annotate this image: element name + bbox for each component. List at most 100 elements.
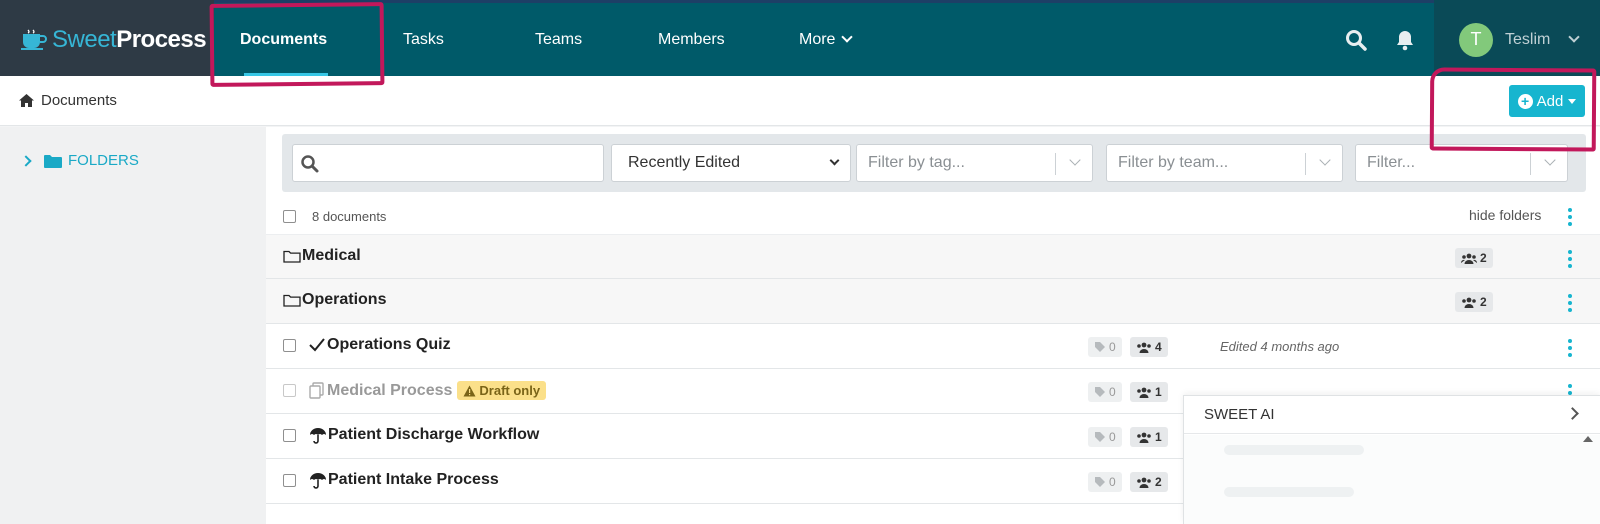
kebab-menu-icon[interactable]: [1568, 339, 1572, 357]
folder-name: Medical: [302, 247, 361, 264]
brand-name-sweet: Sweet: [52, 25, 117, 53]
draft-badge: Draft only: [457, 381, 547, 400]
folder-title: Medical: [283, 247, 361, 265]
divider: [1530, 153, 1531, 175]
chevron-down-icon: [1069, 154, 1081, 166]
folder-outline-icon: [283, 250, 301, 263]
document-name: Medical Process: [327, 381, 453, 399]
team-filter-placeholder: Filter by team...: [1118, 154, 1229, 171]
folders-sidebar: FOLDERS: [0, 127, 266, 524]
tag-count-badge: 0: [1088, 427, 1122, 447]
member-count-badge: 2: [1455, 248, 1493, 268]
folder-row[interactable]: Medical 2: [266, 234, 1600, 279]
users-icon: [1137, 342, 1151, 353]
row-checkbox[interactable]: [283, 384, 296, 397]
generic-filter-placeholder: Filter...: [1367, 154, 1416, 171]
chevron-right-icon[interactable]: [1566, 407, 1579, 420]
home-icon: [19, 94, 34, 107]
document-row[interactable]: Operations Quiz 0 4 Edited 4 months ago: [266, 324, 1600, 369]
folder-icon: [44, 154, 62, 168]
kebab-menu-icon[interactable]: [1568, 208, 1572, 226]
divider: [1055, 153, 1056, 175]
search-icon[interactable]: [1343, 27, 1369, 53]
document-title[interactable]: Operations Quiz: [309, 336, 451, 354]
coffee-cup-icon: [21, 29, 47, 50]
member-count-badge: 1: [1130, 382, 1168, 402]
breadcrumb[interactable]: Documents: [18, 92, 117, 109]
scroll-up-arrow-icon[interactable]: [1583, 436, 1593, 442]
chevron-down-icon: [1544, 154, 1556, 166]
sweet-ai-panel[interactable]: SWEET AI: [1183, 395, 1600, 524]
brand-name-process: Process: [116, 25, 207, 53]
sort-select-value: Recently Edited: [628, 154, 741, 171]
placeholder-line: [1224, 487, 1354, 497]
draft-badge-label: Draft only: [479, 383, 541, 398]
bell-icon[interactable]: [1392, 27, 1418, 53]
row-checkbox[interactable]: [283, 339, 296, 352]
placeholder-line: [1224, 445, 1364, 455]
edited-timestamp: Edited 4 months ago: [1220, 339, 1340, 354]
tag-count-badge: 0: [1088, 382, 1122, 402]
nav-members-label: Members: [658, 30, 725, 48]
tag-filter-placeholder: Filter by tag...: [868, 154, 965, 171]
chevron-right-icon: [20, 154, 32, 167]
document-title[interactable]: Medical Process Draft only: [309, 381, 547, 400]
tag-icon: [1095, 432, 1105, 442]
document-title[interactable]: Patient Intake Process: [309, 471, 499, 489]
breadcrumb-documents: Documents: [41, 92, 117, 109]
member-count-badge: 1: [1130, 427, 1168, 447]
select-all-checkbox[interactable]: [283, 210, 296, 223]
row-checkbox[interactable]: [283, 429, 296, 442]
nav-more-label: More: [799, 30, 836, 48]
sweet-ai-body: [1184, 435, 1600, 524]
kebab-menu-icon[interactable]: [1568, 294, 1572, 312]
nav-tasks-label: Tasks: [403, 30, 444, 48]
brand-logo[interactable]: Sweet Process: [0, 0, 214, 79]
row-checkbox[interactable]: [283, 474, 296, 487]
search-input[interactable]: [327, 145, 597, 181]
users-icon: [1137, 432, 1151, 443]
nav-teams-label: Teams: [535, 30, 583, 48]
tag-count-badge: 0: [1088, 337, 1122, 357]
tag-count: 0: [1109, 475, 1116, 489]
nav-members[interactable]: Members: [658, 3, 725, 76]
sweet-ai-header[interactable]: SWEET AI: [1184, 396, 1600, 434]
member-count-badge: 4: [1130, 337, 1168, 357]
folders-tree-toggle[interactable]: FOLDERS: [20, 152, 139, 169]
member-count: 2: [1480, 295, 1487, 309]
chevron-down-icon: [1319, 154, 1331, 166]
sort-select[interactable]: Recently Edited: [611, 144, 851, 182]
search-box[interactable]: [292, 144, 604, 182]
users-icon: [1461, 253, 1477, 264]
highlight-box: [209, 2, 385, 87]
folder-row[interactable]: Operations 2: [266, 279, 1600, 324]
member-count-badge: 2: [1455, 292, 1493, 312]
chevron-down-icon: [829, 155, 840, 166]
chevron-down-icon: [1568, 31, 1581, 43]
user-name: Teslim: [1505, 30, 1551, 48]
tag-count-badge: 0: [1088, 472, 1122, 492]
hide-folders-link[interactable]: hide folders: [1469, 207, 1541, 223]
tag-count: 0: [1109, 430, 1116, 444]
warning-icon: [463, 385, 476, 396]
divider: [1305, 153, 1306, 175]
document-title[interactable]: Patient Discharge Workflow: [309, 426, 539, 444]
copy-document-icon: [309, 382, 324, 399]
tag-count: 0: [1109, 385, 1116, 399]
avatar: T: [1459, 22, 1493, 57]
tag-icon: [1095, 387, 1105, 397]
nav-teams[interactable]: Teams: [535, 3, 582, 76]
tag-filter[interactable]: Filter by tag...: [856, 144, 1093, 182]
umbrella-icon: [310, 427, 326, 444]
chevron-down-icon: [841, 31, 854, 43]
member-count-badge: 2: [1130, 472, 1168, 492]
nav-more[interactable]: More: [799, 3, 854, 76]
nav-tasks[interactable]: Tasks: [403, 3, 444, 76]
highlight-box: [1429, 67, 1597, 152]
folder-outline-icon: [283, 294, 301, 307]
team-filter[interactable]: Filter by team...: [1106, 144, 1343, 182]
kebab-menu-icon[interactable]: [1568, 250, 1572, 268]
umbrella-icon: [310, 472, 326, 489]
document-name: Operations Quiz: [327, 336, 451, 353]
tag-icon: [1095, 477, 1105, 487]
